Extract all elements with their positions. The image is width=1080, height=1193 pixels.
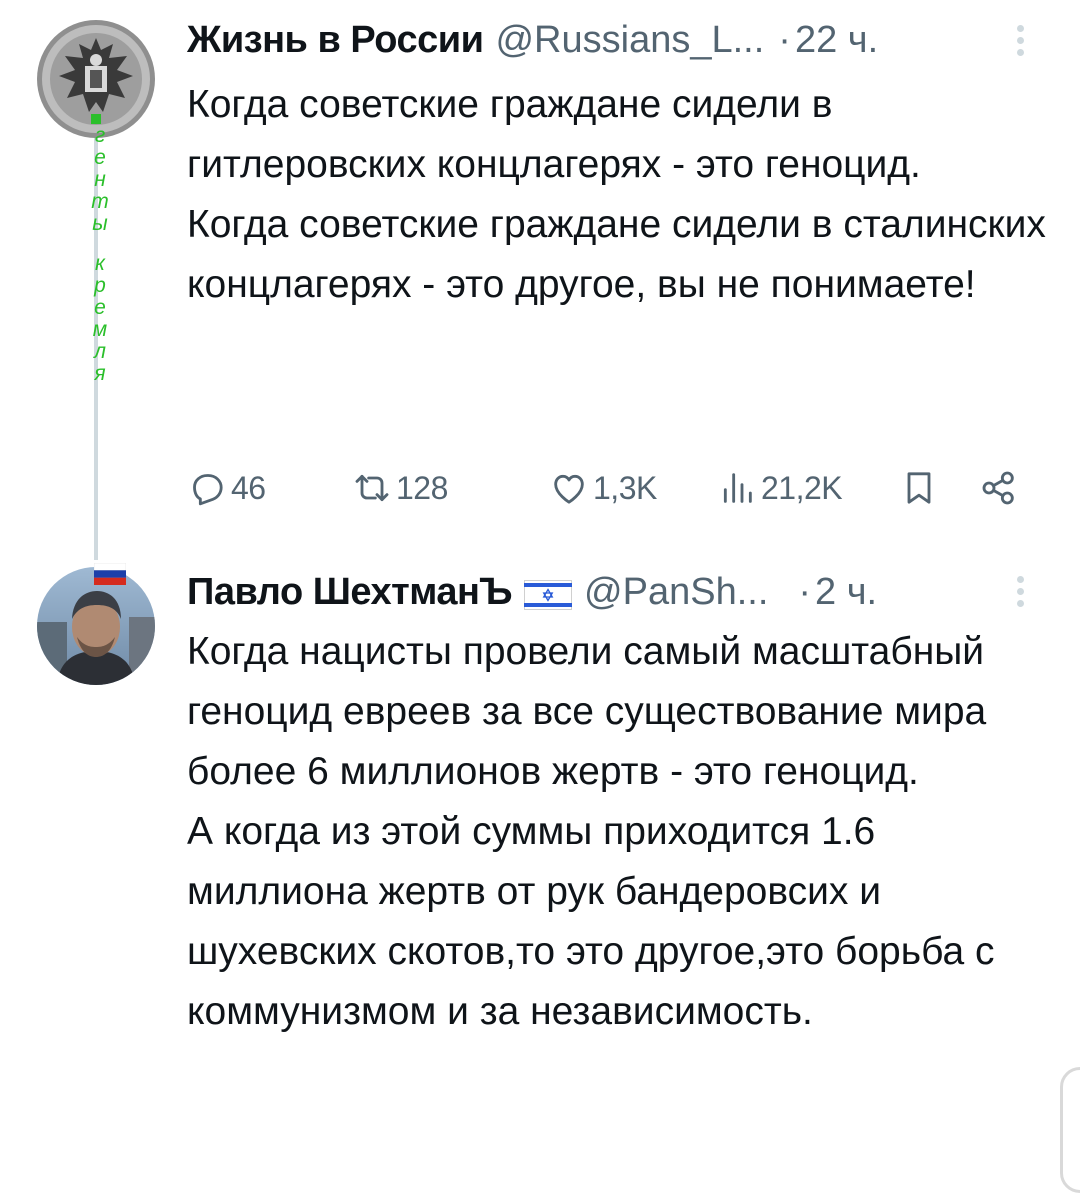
reply-icon — [187, 468, 227, 508]
tweet-actions-bar: 46 128 1,3K 21,2K — [187, 458, 1027, 518]
tweet-paragraph: Когда нацисты провели самый масштабный г… — [187, 630, 987, 793]
more-icon[interactable] — [1010, 573, 1030, 617]
separator-dot: · — [778, 18, 791, 61]
like-icon — [549, 468, 589, 508]
more-icon[interactable] — [1010, 22, 1030, 66]
separator-dot: · — [798, 570, 812, 613]
views-icon — [717, 468, 757, 508]
author-name[interactable]: Жизнь в России — [187, 19, 484, 62]
repost-count: 128 — [396, 469, 448, 506]
tweet-header: Жизнь в России @Russians_L... · 22 ч. — [187, 15, 878, 65]
tweet-paragraph: Когда советские граждане сидели в гитлер… — [187, 83, 921, 186]
repost-button[interactable]: 128 — [352, 458, 448, 518]
avatar-zhizn-v-rossii[interactable] — [37, 20, 155, 138]
views-button[interactable]: 21,2K — [717, 458, 843, 518]
floating-button-edge[interactable] — [1060, 1067, 1080, 1193]
tweet-header: Павло ШехтманЪ @PanSh... · 2 ч. — [187, 567, 877, 617]
russia-flag-icon — [93, 562, 127, 585]
like-button[interactable]: 1,3K — [549, 458, 657, 518]
repost-icon — [352, 468, 392, 508]
share-button[interactable] — [979, 458, 1019, 518]
author-handle[interactable]: @PanSh... — [584, 571, 768, 614]
bookmark-icon — [899, 468, 939, 508]
author-handle[interactable]: @Russians_L... — [495, 19, 764, 62]
tweet-time[interactable]: 2 ч. — [815, 571, 877, 614]
tweet-text: Когда советские граждане сидели в гитлер… — [187, 75, 1047, 315]
avatar-overlay-caption: г е н т ы к р е м л я — [91, 124, 109, 385]
like-count: 1,3K — [593, 469, 657, 506]
israel-flag-icon — [524, 577, 573, 610]
tweet-paragraph: Когда советские граждане сидели в сталин… — [187, 203, 1046, 306]
tweet-time[interactable]: 22 ч. — [795, 19, 878, 62]
author-name[interactable]: Павло ШехтманЪ — [187, 571, 513, 614]
reply-count: 46 — [231, 469, 266, 506]
tweet-paragraph: А когда из этой суммы приходится 1.6 мил… — [187, 810, 995, 1033]
tweet-text: Когда нацисты провели самый масштабный г… — [187, 622, 1047, 1042]
reply-button[interactable]: 46 — [187, 458, 266, 518]
bookmark-button[interactable] — [899, 458, 939, 518]
share-icon — [979, 468, 1019, 508]
views-count: 21,2K — [761, 469, 843, 506]
